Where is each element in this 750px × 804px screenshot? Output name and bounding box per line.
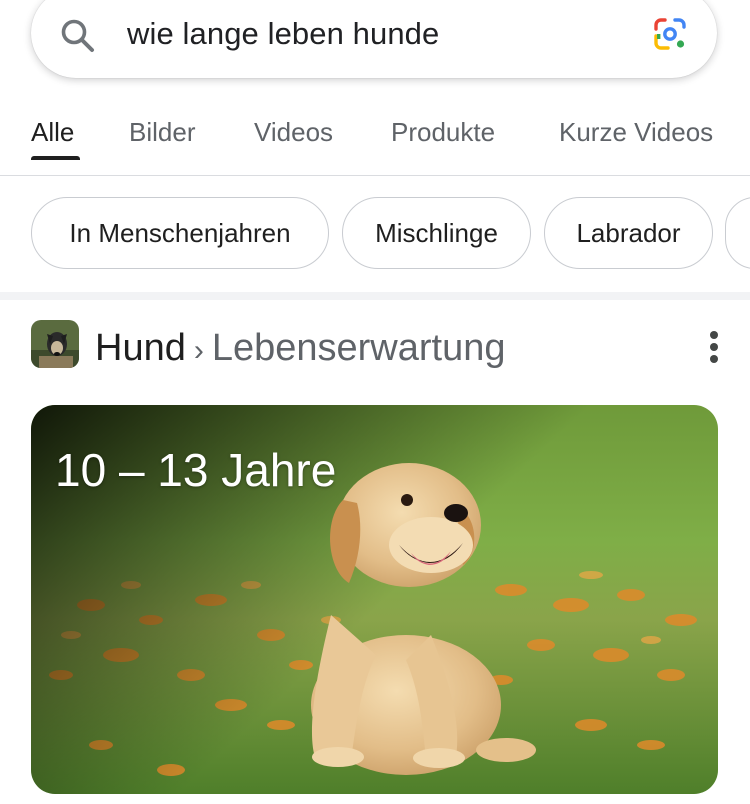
- search-bar[interactable]: wie lange leben hunde: [31, 0, 717, 78]
- result-image-card[interactable]: 10 – 13 Jahre: [31, 405, 718, 794]
- result-title: Hund: [95, 327, 186, 369]
- tab-videos[interactable]: Videos: [254, 116, 333, 148]
- search-icon[interactable]: [58, 16, 98, 56]
- result-heading[interactable]: Hund › Lebenserwartung: [95, 325, 506, 374]
- more-vert-icon[interactable]: [700, 328, 728, 368]
- chip-label: Labrador: [576, 217, 681, 248]
- breadcrumb-separator: ›: [193, 334, 204, 367]
- chip-in-menschenjahren[interactable]: In Menschenjahren: [31, 197, 329, 269]
- section-divider: [0, 292, 750, 300]
- chip-label: Mischlinge: [375, 217, 498, 248]
- chip-label: In Menschenjahren: [69, 217, 291, 248]
- tab-alle[interactable]: Alle: [31, 116, 74, 148]
- search-tabs: Alle Bilder Videos Produkte Kurze Videos: [0, 100, 750, 176]
- dog-favicon: [31, 320, 79, 368]
- active-tab-indicator: [31, 156, 80, 160]
- google-lens-icon[interactable]: [650, 14, 690, 54]
- chip-mischlinge[interactable]: Mischlinge: [342, 197, 531, 269]
- tab-produkte[interactable]: Produkte: [391, 116, 495, 148]
- refinement-chips: In Menschenjahren Mischlinge Labrador: [0, 176, 750, 292]
- lifespan-caption: 10 – 13 Jahre: [55, 444, 337, 496]
- tab-bilder[interactable]: Bilder: [129, 116, 195, 148]
- chip-labrador[interactable]: Labrador: [544, 197, 713, 269]
- search-input[interactable]: wie lange leben hunde: [127, 14, 439, 54]
- result-subtitle: Lebenserwartung: [211, 327, 506, 369]
- tab-kurze-videos[interactable]: Kurze Videos: [559, 116, 713, 148]
- chip-partial[interactable]: [725, 197, 750, 269]
